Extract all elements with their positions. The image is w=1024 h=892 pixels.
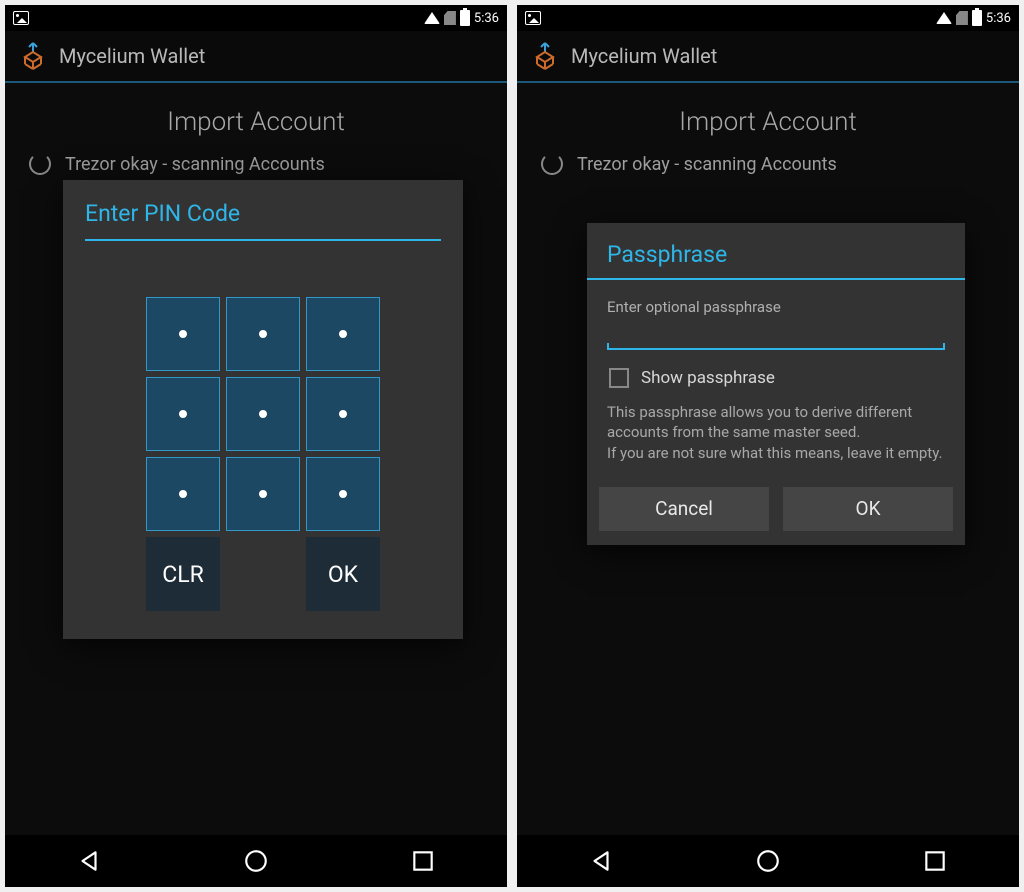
clock: 5:36 — [986, 11, 1011, 26]
nav-recent-icon[interactable] — [410, 848, 436, 874]
battery-icon — [972, 10, 982, 26]
ok-button[interactable]: OK — [783, 487, 953, 531]
pin-key-9[interactable] — [306, 297, 380, 371]
spinner-icon — [541, 153, 563, 175]
phone-screen-passphrase: 5:36 Mycelium Wallet Import Account Trez… — [517, 5, 1019, 887]
image-notification-icon — [525, 11, 541, 25]
passphrase-dialog-title: Passphrase — [587, 241, 965, 280]
pin-key-8[interactable] — [226, 297, 300, 371]
no-sim-icon — [956, 11, 968, 25]
image-notification-icon — [13, 11, 29, 25]
cancel-button[interactable]: Cancel — [599, 487, 769, 531]
wifi-icon — [424, 12, 440, 24]
nav-back-icon[interactable] — [76, 848, 102, 874]
passphrase-description: This passphrase allows you to derive dif… — [587, 396, 965, 487]
show-passphrase-label: Show passphrase — [641, 368, 775, 388]
pin-key-2[interactable] — [226, 457, 300, 531]
scan-status-row: Trezor okay - scanning Accounts — [5, 149, 507, 179]
app-logo-icon — [529, 40, 561, 72]
app-header: Mycelium Wallet — [5, 31, 507, 83]
app-title: Mycelium Wallet — [571, 44, 717, 68]
show-passphrase-checkbox[interactable] — [609, 368, 629, 388]
pin-key-7[interactable] — [146, 297, 220, 371]
clock: 5:36 — [474, 11, 499, 26]
passphrase-input[interactable] — [607, 320, 945, 350]
wifi-icon — [936, 12, 952, 24]
scan-status-text: Trezor okay - scanning Accounts — [65, 154, 325, 175]
nav-home-icon[interactable] — [243, 848, 269, 874]
pin-clear-button[interactable]: CLR — [146, 537, 220, 611]
page-heading: Import Account — [517, 83, 1019, 149]
pin-key-6[interactable] — [306, 377, 380, 451]
app-logo-icon — [17, 40, 49, 72]
pin-key-1[interactable] — [146, 457, 220, 531]
pin-dialog-title: Enter PIN Code — [85, 200, 441, 241]
phone-screen-pin: 5:36 Mycelium Wallet Import Account Trez… — [5, 5, 507, 887]
app-header: Mycelium Wallet — [517, 31, 1019, 83]
status-bar: 5:36 — [5, 5, 507, 31]
passphrase-label: Enter optional passphrase — [587, 280, 965, 320]
nav-bar — [517, 835, 1019, 887]
pin-dialog: Enter PIN Code CLR OK — [63, 180, 463, 639]
status-bar: 5:36 — [517, 5, 1019, 31]
app-title: Mycelium Wallet — [59, 44, 205, 68]
nav-back-icon[interactable] — [588, 848, 614, 874]
page-heading: Import Account — [5, 83, 507, 149]
page-body: Import Account Trezor okay - scanning Ac… — [517, 83, 1019, 835]
no-sim-icon — [444, 11, 456, 25]
scan-status-text: Trezor okay - scanning Accounts — [577, 154, 837, 175]
spinner-icon — [29, 153, 51, 175]
battery-icon — [460, 10, 470, 26]
page-body: Import Account Trezor okay - scanning Ac… — [5, 83, 507, 835]
nav-recent-icon[interactable] — [922, 848, 948, 874]
nav-bar — [5, 835, 507, 887]
pin-key-5[interactable] — [226, 377, 300, 451]
pin-ok-button[interactable]: OK — [306, 537, 380, 611]
passphrase-dialog: Passphrase Enter optional passphrase Sho… — [587, 223, 965, 545]
pin-empty-slot — [226, 537, 300, 611]
pin-key-4[interactable] — [146, 377, 220, 451]
pin-key-3[interactable] — [306, 457, 380, 531]
scan-status-row: Trezor okay - scanning Accounts — [517, 149, 1019, 179]
nav-home-icon[interactable] — [755, 848, 781, 874]
